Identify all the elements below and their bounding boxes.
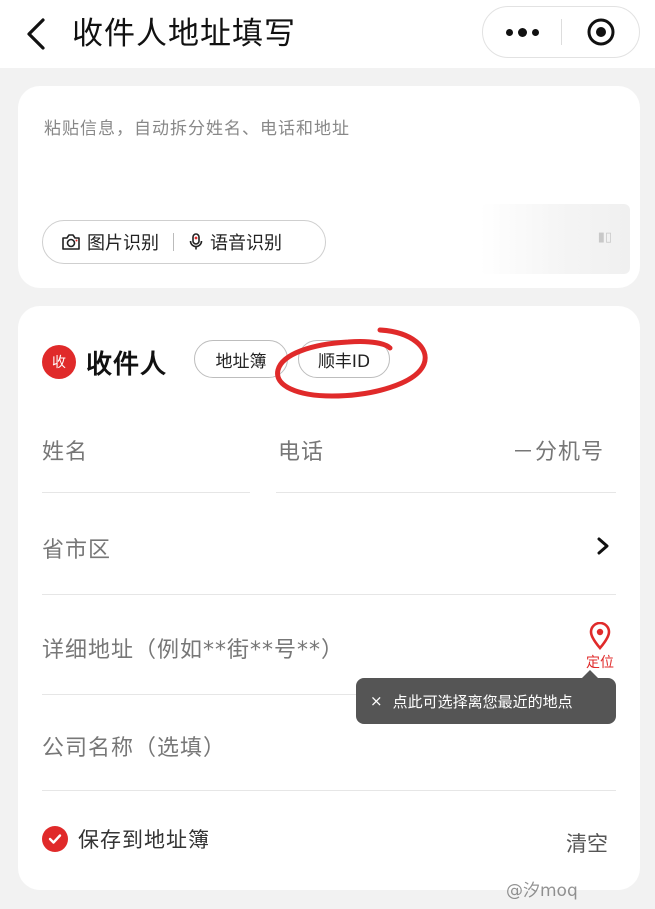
clear-button[interactable]: 清空 — [566, 828, 608, 858]
dot-icon — [531, 28, 539, 36]
thumbnail-glyph: ▮▯ — [597, 230, 612, 245]
locate-tooltip[interactable]: × 点此可选择离您最近的地点 — [356, 670, 616, 724]
camera-icon — [62, 234, 80, 250]
image-recognition-button[interactable]: 图片识别 — [61, 229, 159, 255]
phone-underline — [276, 492, 616, 493]
checkmark-icon — [42, 826, 68, 852]
phone-field[interactable]: 电话 — [278, 434, 324, 466]
target-close-icon — [587, 18, 614, 46]
chevron-left-icon — [27, 18, 45, 50]
receiver-card: 收 收件人 地址簿 顺丰ID 姓名 电话 －分机号 省市区 详细地址（例如**街… — [18, 306, 640, 890]
name-field[interactable]: 姓名 — [42, 434, 88, 466]
extension-field[interactable]: －分机号 — [512, 434, 604, 466]
company-underline — [42, 790, 616, 791]
image-recognition-label: 图片识别 — [87, 233, 159, 254]
blurred-thumbnail: ▮▯ — [480, 204, 630, 274]
mini-program-capsule — [482, 6, 640, 58]
more-button[interactable] — [483, 7, 561, 57]
close-program-button[interactable] — [562, 7, 639, 57]
locate-label: 定位 — [586, 655, 614, 671]
watermark: @汐moq — [506, 881, 578, 901]
paste-input[interactable]: 粘贴信息，自动拆分姓名、电话和地址 — [44, 114, 350, 139]
tooltip-text: 点此可选择离您最近的地点 — [392, 692, 573, 711]
address-book-button[interactable]: 地址簿 — [194, 340, 288, 378]
save-label: 保存到地址簿 — [78, 828, 210, 852]
recognition-pill: 图片识别 语音识别 — [42, 220, 326, 264]
sf-id-button[interactable]: 顺丰ID — [298, 340, 390, 378]
voice-recognition-button[interactable]: 语音识别 — [188, 229, 282, 255]
address-field[interactable]: 详细地址（例如**街**号**） — [42, 632, 344, 664]
dot-icon — [517, 27, 527, 37]
company-field[interactable]: 公司名称（选填） — [42, 730, 226, 762]
tooltip-close-button[interactable]: × — [370, 692, 383, 710]
chevron-right-icon[interactable] — [596, 536, 610, 556]
receiver-header: 收 收件人 — [42, 342, 167, 382]
back-button[interactable] — [20, 14, 52, 54]
top-bar: 收件人地址填写 — [0, 0, 655, 68]
dot-icon — [505, 28, 513, 36]
receiver-title: 收件人 — [86, 349, 168, 380]
location-pin-icon — [589, 622, 611, 650]
save-to-address-book-toggle[interactable]: 保存到地址簿 — [42, 824, 210, 854]
region-underline — [42, 594, 616, 595]
name-underline — [42, 492, 250, 493]
microphone-icon — [189, 233, 203, 250]
receiver-badge: 收 — [42, 345, 76, 379]
page-title: 收件人地址填写 — [72, 16, 296, 52]
region-selector[interactable]: 省市区 — [42, 532, 111, 564]
paste-card: 粘贴信息，自动拆分姓名、电话和地址 图片识别 语音识别 ▮▯ — [18, 86, 640, 288]
locate-button[interactable]: 定位 — [580, 622, 620, 672]
voice-recognition-label: 语音识别 — [210, 233, 282, 254]
pill-divider — [173, 233, 174, 251]
